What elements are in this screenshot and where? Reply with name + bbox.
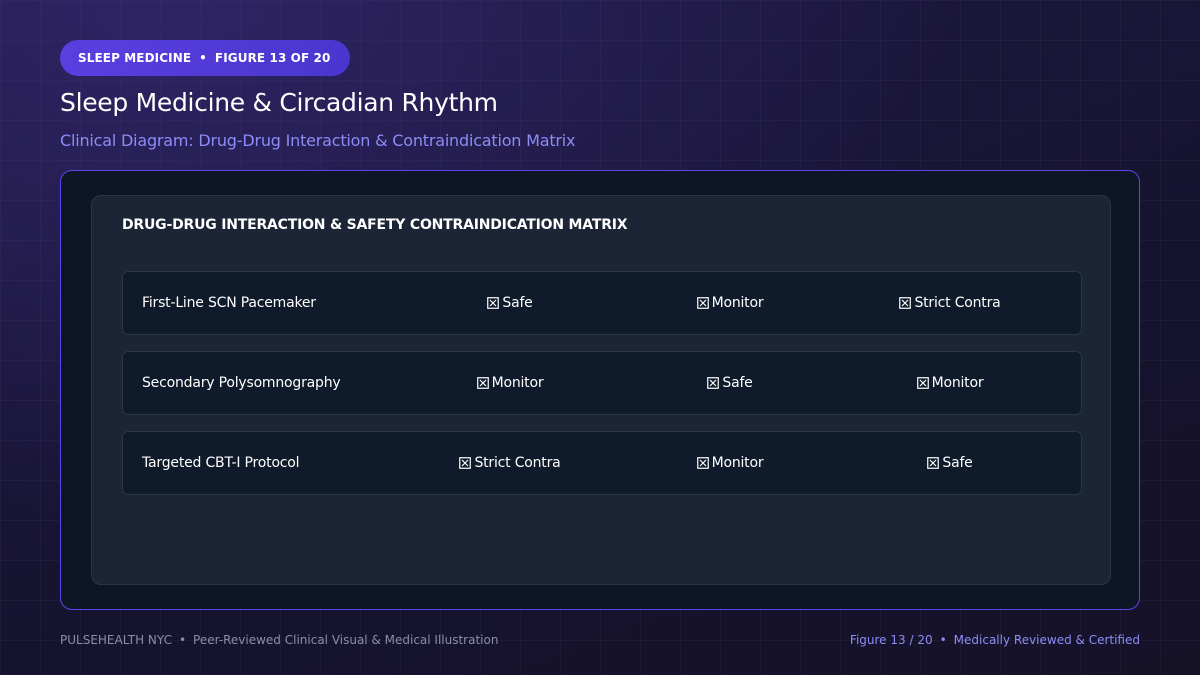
cell-status: Monitor (711, 455, 764, 471)
cell-status: Safe (502, 295, 533, 311)
page-title: Sleep Medicine & Circadian Rhythm (60, 88, 498, 117)
footer-separator: • (939, 633, 947, 647)
footer-figure-counter: Figure 13 / 20 (849, 633, 933, 647)
cell-status: Strict Contra (474, 455, 561, 471)
footer-separator: • (178, 633, 187, 647)
page-subtitle: Clinical Diagram: Drug-Drug Interaction … (60, 131, 576, 150)
badge-category: SLEEP MEDICINE (78, 51, 192, 65)
matrix-row: Secondary Polysomnography Monitor Safe M… (122, 351, 1082, 415)
matrix-cell: Monitor (410, 352, 610, 414)
matrix-row: Targeted CBT-I Protocol Strict Contra Mo… (122, 431, 1082, 495)
cell-status: Monitor (931, 375, 984, 391)
matrix-cell: Monitor (630, 432, 830, 494)
diagram-frame: DRUG-DRUG INTERACTION & SAFETY CONTRAIND… (60, 170, 1140, 610)
matrix-panel: DRUG-DRUG INTERACTION & SAFETY CONTRAIND… (91, 195, 1111, 585)
badge-figure: FIGURE 13 OF 20 (214, 51, 331, 65)
cell-status: Monitor (711, 295, 764, 311)
matrix-row: First-Line SCN Pacemaker Safe Monitor St… (122, 271, 1082, 335)
cell-status: Monitor (491, 375, 544, 391)
matrix-cell: Safe (410, 272, 610, 334)
matrix-cell: Strict Contra (850, 272, 1050, 334)
boxed-x-icon (696, 297, 709, 309)
cell-status: Safe (942, 455, 973, 471)
footer-description: Peer-Reviewed Clinical Visual & Medical … (193, 633, 499, 647)
matrix-cell: Safe (630, 352, 830, 414)
boxed-x-icon (459, 457, 472, 469)
boxed-x-icon (696, 457, 709, 469)
boxed-x-icon (916, 377, 929, 389)
cell-status: Safe (722, 375, 753, 391)
footer-brand-line: PULSEHEALTH NYC • Peer-Reviewed Clinical V… (60, 633, 498, 647)
footer-certification: Medically Reviewed & Certified (953, 633, 1140, 647)
row-label: Targeted CBT-I Protocol (142, 455, 300, 471)
footer-brand: PULSEHEALTH NYC (60, 633, 172, 647)
boxed-x-icon (476, 377, 489, 389)
badge-separator: • (199, 51, 207, 65)
boxed-x-icon (707, 377, 720, 389)
matrix-cell: Strict Contra (410, 432, 610, 494)
matrix-cell: Monitor (850, 352, 1050, 414)
boxed-x-icon (487, 297, 500, 309)
cell-status: Strict Contra (914, 295, 1001, 311)
matrix-title: DRUG-DRUG INTERACTION & SAFETY CONTRAIND… (122, 217, 628, 233)
boxed-x-icon (899, 297, 912, 309)
row-label: First-Line SCN Pacemaker (142, 295, 316, 311)
footer-figure-line: Figure 13 / 20 • Medically Reviewed & Cert… (850, 633, 1140, 647)
boxed-x-icon (927, 457, 940, 469)
matrix-cell: Safe (850, 432, 1050, 494)
row-label: Secondary Polysomnography (142, 375, 341, 391)
matrix-cell: Monitor (630, 272, 830, 334)
category-badge: SLEEP MEDICINE • FIGURE 13 OF 20 (60, 40, 350, 76)
